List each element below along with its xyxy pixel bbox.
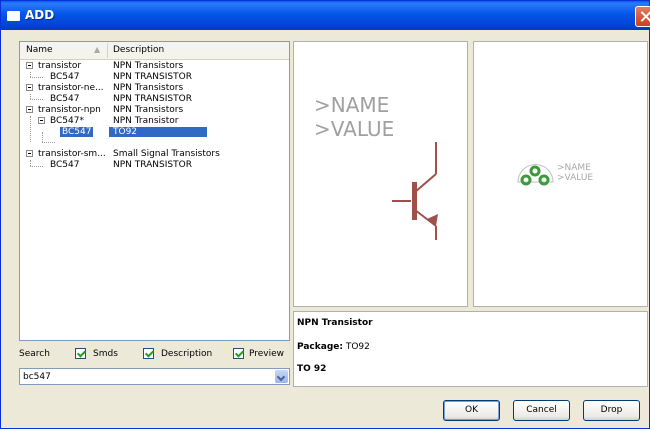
column-header-name[interactable]: Name [26, 45, 53, 55]
tree-row-device-set[interactable]: BC547* NPN Transistor [20, 116, 289, 127]
npn-transistor-symbol-icon [392, 142, 438, 240]
description-checkbox[interactable] [143, 348, 154, 359]
collapse-icon[interactable] [26, 106, 33, 113]
ok-button[interactable]: OK [443, 400, 500, 421]
tree-row-device[interactable]: BC547 NPN TRANSISTOR [20, 72, 289, 83]
chevron-down-icon[interactable] [275, 370, 288, 383]
search-label: Search [19, 349, 50, 359]
column-header-description[interactable]: Description [113, 45, 164, 55]
tree-row-description: NPN TRANSISTOR [113, 160, 192, 170]
smds-label[interactable]: Smds [93, 349, 118, 359]
tree-row-name: transistor-sm... [38, 149, 106, 159]
tree-row-description: NPN TRANSISTOR [113, 72, 192, 82]
tree-row-name: BC547 [50, 72, 80, 82]
tree-row-name: BC547 [50, 94, 80, 104]
tree-row-library[interactable]: transistor-npn NPN Transistors [20, 105, 289, 116]
sort-ascending-icon: ▲ [94, 45, 101, 54]
window-title: ADD [25, 8, 55, 22]
package-name-text: >NAME [557, 163, 591, 173]
preview-label[interactable]: Preview [249, 349, 284, 359]
tree-row-name: transistor-npn [38, 105, 101, 115]
search-options: Search Smds Description Preview [19, 348, 294, 362]
package-value-text: >VALUE [557, 173, 594, 183]
tree-row-name: BC547 [60, 127, 94, 137]
cancel-button[interactable]: Cancel [513, 400, 570, 421]
package-label: Package: [297, 342, 343, 352]
drop-button[interactable]: Drop [583, 400, 640, 421]
preview-checkbox[interactable] [233, 348, 244, 359]
window-icon [7, 11, 20, 21]
package-preview: >NAME >VALUE [473, 41, 648, 307]
tree-row-name: BC547 [50, 160, 80, 170]
tree-row-device[interactable]: BC547 NPN TRANSISTOR [20, 160, 289, 171]
tree-row-description: NPN Transistors [113, 105, 184, 115]
title-bar[interactable]: ADD [1, 1, 650, 30]
search-input[interactable]: bc547 [19, 368, 290, 385]
package-description: TO 92 [297, 364, 327, 374]
search-input-value: bc547 [23, 372, 51, 382]
package-value: TO92 [345, 342, 370, 352]
tree-header: Name ▲ Description [20, 42, 289, 60]
tree-row-description: TO92 [109, 127, 208, 137]
collapse-icon[interactable] [26, 62, 33, 69]
package-line: Package: TO92 [297, 342, 370, 352]
tree-row-name: transistor-ne... [38, 83, 104, 93]
tree-row-description: NPN TRANSISTOR [113, 94, 192, 104]
description-label[interactable]: Description [161, 349, 212, 359]
column-separator[interactable] [107, 43, 108, 58]
tree-row-name: transistor [38, 61, 82, 71]
smds-checkbox[interactable] [75, 348, 86, 359]
tree-row-description: Small Signal Transistors [113, 149, 220, 159]
device-title: NPN Transistor [297, 318, 373, 328]
tree-row-description: NPN Transistors [113, 83, 184, 93]
collapse-icon[interactable] [26, 150, 33, 157]
tree-row-selected[interactable]: BC547 TO92 [20, 127, 289, 139]
tree-row-device[interactable]: BC547 NPN TRANSISTOR [20, 94, 289, 105]
add-dialog: ADD Name ▲ Description transistor NPN Tr… [0, 0, 650, 429]
collapse-icon[interactable] [26, 84, 33, 91]
tree-row-description: NPN Transistor [113, 116, 179, 126]
tree-row-name: BC547* [50, 116, 84, 126]
symbol-preview: >NAME >VALUE [293, 41, 468, 307]
tree-row-library[interactable]: transistor-sm... Small Signal Transistor… [20, 149, 289, 160]
tree-row-description: NPN Transistors [113, 61, 184, 71]
tree-row-library[interactable]: transistor-ne... NPN Transistors [20, 83, 289, 94]
tree-row-library[interactable]: transistor NPN Transistors [20, 61, 289, 72]
device-info: NPN Transistor Package: TO92 TO 92 [293, 311, 648, 387]
close-button[interactable] [635, 6, 650, 27]
library-tree[interactable]: Name ▲ Description transistor NPN Transi… [19, 41, 290, 341]
collapse-icon[interactable] [38, 117, 45, 124]
